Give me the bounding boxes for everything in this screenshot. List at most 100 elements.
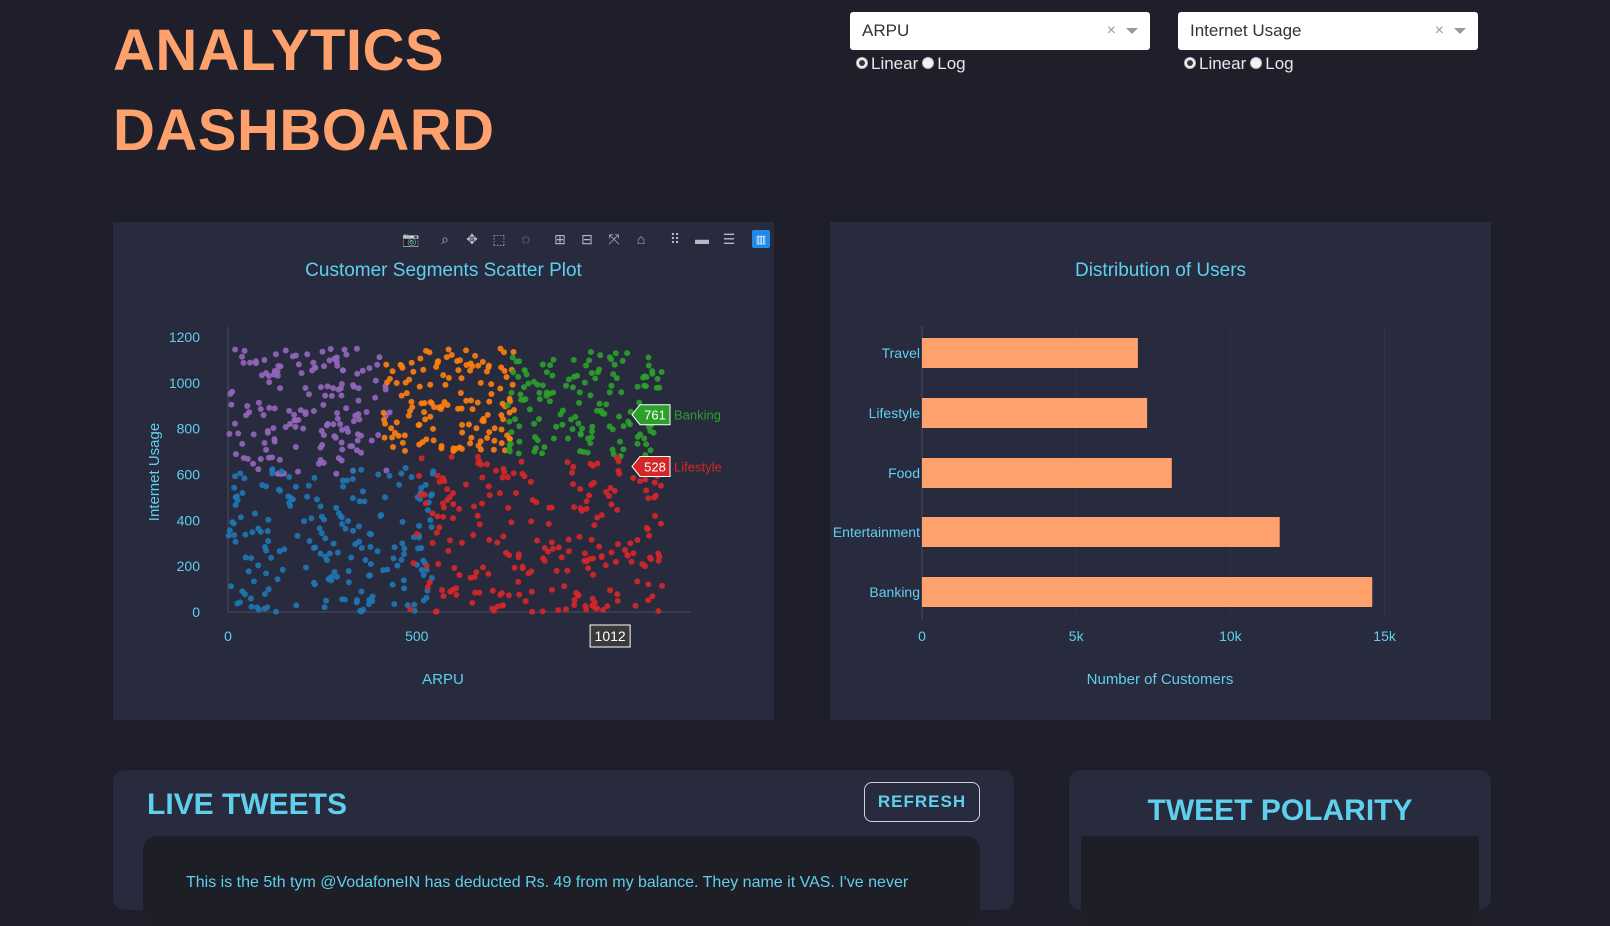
scatter-point [386, 472, 393, 479]
scatter-point [497, 385, 504, 392]
scatter-point [508, 519, 515, 526]
scatter-point [574, 372, 581, 379]
scatter-point [434, 513, 441, 520]
scatter-point [634, 440, 641, 447]
scatter-point [427, 517, 434, 524]
scatter-point [591, 522, 598, 529]
y-scale-log-radio[interactable] [1250, 57, 1263, 69]
scatter-point [477, 438, 484, 445]
x-axis-dropdown[interactable]: ARPU × [850, 12, 1150, 50]
scatter-point [362, 557, 369, 564]
scatter-point [550, 389, 557, 396]
x-scale-log-radio[interactable] [922, 57, 935, 69]
scatter-point [624, 350, 631, 357]
scatter-point [619, 357, 626, 364]
scatter-point [499, 474, 506, 481]
chevron-down-icon[interactable] [1454, 28, 1466, 34]
scatter-point [525, 570, 532, 577]
scatter-point [647, 447, 654, 454]
y-scale-log-label[interactable]: Log [1265, 54, 1293, 74]
scatter-point [548, 539, 555, 546]
x-scale-linear-label[interactable]: Linear [871, 54, 918, 74]
scatter-point [305, 391, 312, 398]
scatter-point [504, 402, 511, 409]
scatter-point [606, 354, 613, 361]
scatter-point [498, 440, 505, 447]
scatter-point [497, 591, 504, 598]
scatter-point [316, 525, 323, 532]
scatter-point [582, 602, 589, 609]
scatter-point [630, 550, 637, 557]
scatter-point [232, 346, 239, 353]
scatter-point [643, 487, 650, 494]
scatter-point [558, 554, 565, 561]
scatter-point [444, 497, 451, 504]
scatter-point [539, 382, 546, 389]
clear-icon[interactable]: × [1435, 22, 1444, 40]
scatter-point [458, 539, 465, 546]
scatter-point [252, 358, 259, 365]
scatter-point [255, 399, 262, 406]
scatter-point [486, 536, 493, 543]
scatter-point [277, 363, 284, 370]
scatter-point [459, 429, 466, 436]
scatter-point [457, 389, 464, 396]
scatter-point [399, 540, 406, 547]
scatter-point [338, 381, 345, 388]
y-scale-linear-radio[interactable] [1184, 57, 1196, 69]
scatter-point [400, 577, 407, 584]
scatter-point [248, 603, 255, 610]
scatter-point [585, 565, 592, 572]
scatter-point [532, 434, 539, 441]
x-scale-linear-radio[interactable] [856, 57, 868, 69]
scatter-point [254, 604, 261, 611]
scatter-point [339, 521, 346, 528]
scatter-panel: 📷 ⌕ ✥ ⬚ ◌ ⊞ ⊟ ⤧ ⌂ ⠿ ▬ ☰ ▥ Customer Segme… [113, 222, 774, 720]
x-tick-label: 10k [1219, 628, 1243, 644]
scatter-point [502, 549, 509, 556]
scatter-point [327, 345, 334, 352]
scatter-point [366, 365, 373, 372]
y-axis-dropdown[interactable]: Internet Usage × [1178, 12, 1478, 50]
scatter-point [229, 388, 236, 395]
scatter-point [374, 548, 381, 555]
scatter-point [402, 465, 409, 472]
scatter-point [608, 549, 615, 556]
scatter-point [295, 361, 302, 368]
scatter-point [423, 562, 430, 569]
chevron-down-icon[interactable] [1126, 28, 1138, 34]
scatter-point [610, 371, 617, 378]
scatter-point [563, 382, 570, 389]
scatter-point [569, 426, 576, 433]
scatter-point [445, 547, 452, 554]
scatter-point [354, 437, 361, 444]
scatter-point [469, 599, 476, 606]
scatter-point [308, 515, 315, 522]
scatter-point [231, 532, 238, 539]
scatter-point [455, 367, 462, 374]
scatter-point [334, 415, 341, 422]
clear-icon[interactable]: × [1107, 22, 1116, 40]
scatter-point [581, 557, 588, 564]
y-scale-linear-label[interactable]: Linear [1199, 54, 1246, 74]
scatter-point [422, 416, 429, 423]
scatter-point [637, 478, 644, 485]
bar-chart[interactable]: Travel Lifestyle Food Entertainment Banking 0… [830, 222, 1491, 720]
scatter-point [272, 351, 279, 358]
scatter-point [277, 385, 284, 392]
scatter-point [321, 604, 328, 611]
scatter-point [485, 483, 492, 490]
scatter-point [605, 492, 612, 499]
scatter-point [438, 445, 445, 452]
scatter-point [255, 562, 262, 569]
x-scale-log-label[interactable]: Log [937, 54, 965, 74]
scatter-point [508, 429, 515, 436]
scatter-chart[interactable]: 0 200 400 600 800 1000 1200 0 500 ARPU Internet Us… [113, 222, 774, 720]
scatter-point [453, 591, 460, 598]
scatter-point [430, 437, 437, 444]
scatter-point [634, 578, 641, 585]
scatter-point [354, 370, 361, 377]
scatter-point [620, 423, 627, 430]
refresh-button[interactable]: REFRESH [864, 782, 980, 822]
scatter-point [602, 562, 609, 569]
